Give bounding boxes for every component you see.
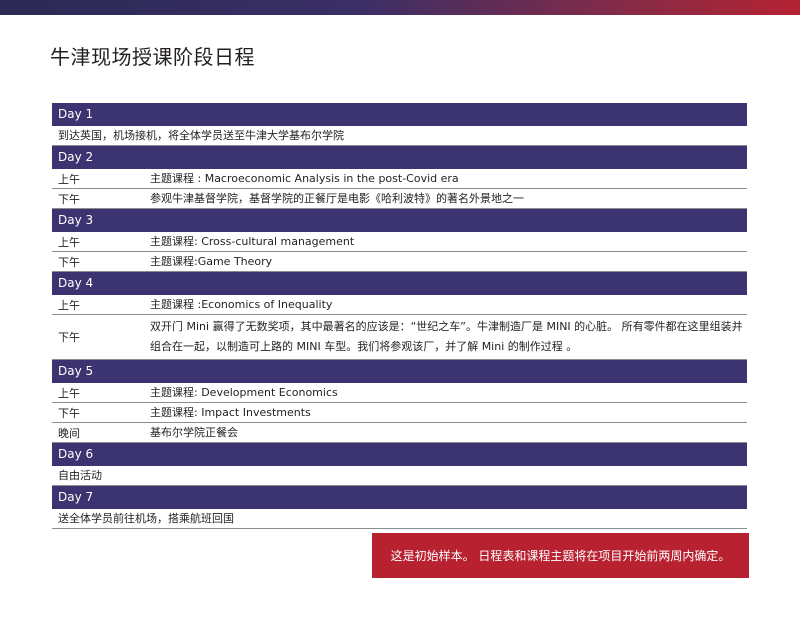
day-header: Day 1 — [52, 103, 747, 126]
day-block-3: Day 3 上午 主题课程: Cross-cultural management… — [52, 209, 747, 272]
notice-text: 这是初始样本。 日程表和课程主题将在项目开始前两周内确定。 — [390, 549, 731, 563]
day-header: Day 7 — [52, 486, 747, 509]
day-header: Day 4 — [52, 272, 747, 295]
activity-text: 主题课程: Cross-cultural management — [150, 234, 355, 248]
day-block-7: Day 7 送全体学员前往机场，搭乘航班回国 — [52, 486, 747, 529]
day-header: Day 5 — [52, 360, 747, 383]
schedule-row: 上午 主题课程: Cross-cultural management — [52, 232, 747, 252]
activity-text: 主题课程 :Economics of Inequality — [150, 297, 333, 311]
activity-text: 主题课程 : Macroeconomic Analysis in the pos… — [150, 171, 459, 185]
period-label: 上午 — [58, 298, 80, 312]
activity-text: 到达英国，机场接机，将全体学员送至牛津大学基布尔学院 — [58, 128, 344, 142]
period-label: 上午 — [58, 172, 80, 186]
period-label: 下午 — [58, 331, 80, 344]
day-header: Day 2 — [52, 146, 747, 169]
page-title: 牛津现场授课阶段日程 — [50, 45, 255, 69]
schedule-row: 自由活动 — [52, 466, 747, 486]
day-header: Day 6 — [52, 443, 747, 466]
period-label: 下午 — [58, 406, 80, 420]
top-color-band — [0, 0, 800, 15]
activity-text: 双开门 Mini 赢得了无数奖项，其中最著名的应该是：“世纪之车”。牛津制造厂是… — [150, 320, 743, 353]
activity-text: 主题课程:Game Theory — [150, 254, 273, 268]
day-block-6: Day 6 自由活动 — [52, 443, 747, 486]
schedule-row: 送全体学员前往机场，搭乘航班回国 — [52, 509, 747, 529]
schedule-row: 上午 主题课程: Development Economics — [52, 383, 747, 403]
schedule-row: 下午 参观牛津基督学院，基督学院的正餐厅是电影《哈利波特》的著名外景地之一 — [52, 189, 747, 209]
period-label: 晚间 — [58, 426, 80, 440]
period-label: 下午 — [58, 255, 80, 269]
day-block-5: Day 5 上午 主题课程: Development Economics 下午 … — [52, 360, 747, 443]
activity-text: 主题课程: Development Economics — [150, 385, 338, 399]
activity-text: 自由活动 — [58, 468, 102, 482]
schedule-row: 晚间 基布尔学院正餐会 — [52, 423, 747, 443]
schedule-row: 上午 主题课程 : Macroeconomic Analysis in the … — [52, 169, 747, 189]
schedule-table: Day 1 到达英国，机场接机，将全体学员送至牛津大学基布尔学院 Day 2 上… — [52, 103, 747, 529]
schedule-row: 上午 主题课程 :Economics of Inequality — [52, 295, 747, 315]
day-block-2: Day 2 上午 主题课程 : Macroeconomic Analysis i… — [52, 146, 747, 209]
activity-text: 参观牛津基督学院，基督学院的正餐厅是电影《哈利波特》的著名外景地之一 — [150, 191, 524, 205]
day-block-1: Day 1 到达英国，机场接机，将全体学员送至牛津大学基布尔学院 — [52, 103, 747, 146]
activity-text: 主题课程: Impact Investments — [150, 405, 311, 419]
day-header: Day 3 — [52, 209, 747, 232]
activity-text: 送全体学员前往机场，搭乘航班回国 — [58, 511, 234, 525]
activity-text: 基布尔学院正餐会 — [150, 425, 238, 439]
schedule-row: 下午 主题课程: Impact Investments — [52, 403, 747, 423]
period-label: 上午 — [58, 235, 80, 249]
schedule-row: 下午 双开门 Mini 赢得了无数奖项，其中最著名的应该是：“世纪之车”。牛津制… — [52, 315, 747, 360]
schedule-row: 到达英国，机场接机，将全体学员送至牛津大学基布尔学院 — [52, 126, 747, 146]
day-block-4: Day 4 上午 主题课程 :Economics of Inequality 下… — [52, 272, 747, 360]
period-label: 下午 — [58, 192, 80, 206]
schedule-row: 下午 主题课程:Game Theory — [52, 252, 747, 272]
notice-box: 这是初始样本。 日程表和课程主题将在项目开始前两周内确定。 — [372, 533, 749, 578]
period-label: 上午 — [58, 386, 80, 400]
